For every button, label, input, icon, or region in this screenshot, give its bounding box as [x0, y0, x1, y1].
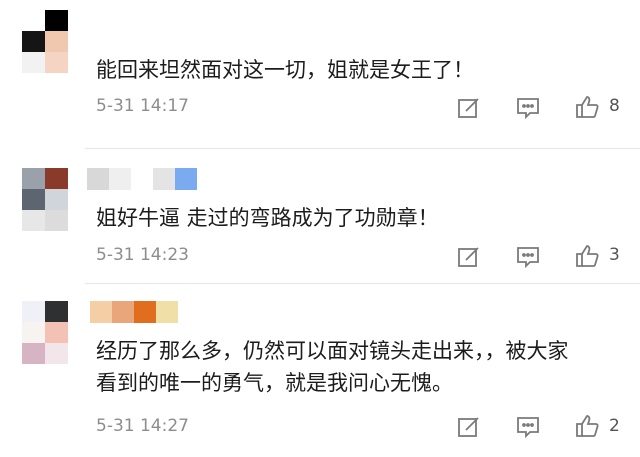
- comment-timestamp: 5-31 14:27: [96, 416, 189, 436]
- comment-icon[interactable]: [514, 94, 542, 122]
- comment-timestamp: 5-31 14:17: [96, 96, 189, 116]
- comment-item: 能回来坦然面对这一切，姐就是女王了！ 5-31 14:17 8: [0, 0, 640, 140]
- like-count: 8: [609, 96, 620, 116]
- avatar[interactable]: [22, 168, 68, 232]
- username[interactable]: [90, 301, 180, 325]
- like-count: 2: [609, 416, 620, 436]
- comment-text: 能回来坦然面对这一切，姐就是女王了！: [96, 58, 474, 82]
- avatar[interactable]: [22, 10, 68, 74]
- comment-item: 姐好牛逼 走过的弯路成为了功勋章！ 5-31 14:23 3: [0, 150, 640, 285]
- divider: [85, 148, 640, 149]
- edit-icon[interactable]: [455, 94, 483, 122]
- comment-icon[interactable]: [514, 243, 542, 271]
- edit-icon[interactable]: [455, 413, 483, 441]
- thumbs-up-icon[interactable]: [573, 93, 601, 121]
- comment-text: 经历了那么多，仍然可以面对镜头走出来，，被大家 看到的唯一的勇气，就是我问心无愧…: [96, 339, 569, 395]
- thumbs-up-icon[interactable]: [573, 242, 601, 270]
- username[interactable]: [87, 168, 207, 192]
- edit-icon[interactable]: [455, 243, 483, 271]
- comment-timestamp: 5-31 14:23: [96, 245, 189, 265]
- comment-item: 经历了那么多，仍然可以面对镜头走出来，，被大家 看到的唯一的勇气，就是我问心无愧…: [0, 285, 640, 457]
- like-count: 3: [609, 245, 620, 265]
- avatar[interactable]: [22, 301, 68, 365]
- comment-text: 姐好牛逼 走过的弯路成为了功勋章！: [96, 206, 439, 230]
- thumbs-up-icon[interactable]: [573, 412, 601, 440]
- comment-icon[interactable]: [514, 413, 542, 441]
- divider: [85, 283, 640, 284]
